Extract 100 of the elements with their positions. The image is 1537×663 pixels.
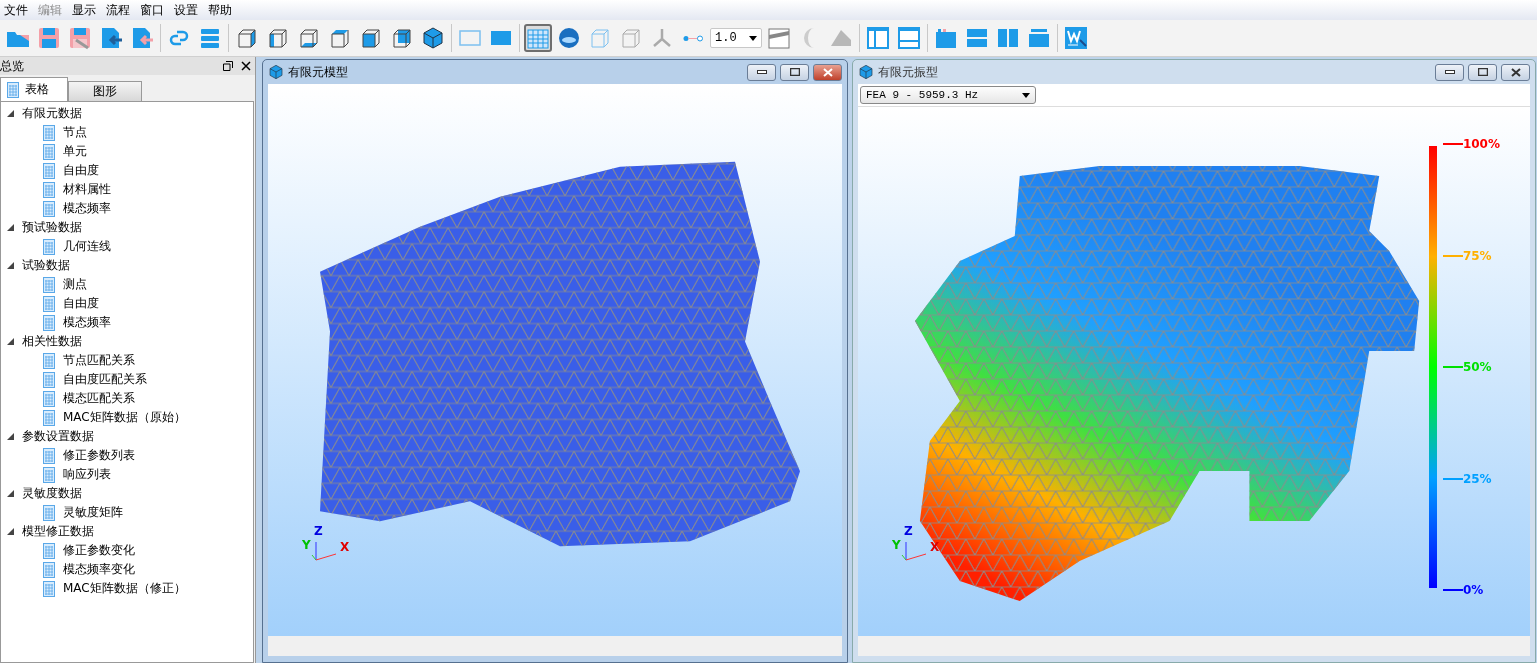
tree-item[interactable]: MAC矩阵数据（修正） — [63, 580, 186, 597]
panel-title: 总览 — [0, 57, 24, 75]
tree-item[interactable]: 相关性数据 — [22, 333, 82, 350]
tree-item[interactable]: 节点匹配关系 — [63, 352, 135, 369]
expanded-icon[interactable] — [7, 110, 14, 117]
table-icon — [43, 561, 55, 578]
close-icon — [822, 67, 833, 77]
scale-label: 50% — [1442, 360, 1500, 374]
tree-item[interactable]: 模态匹配关系 — [63, 390, 135, 407]
table-icon — [43, 181, 55, 198]
close-button[interactable] — [1501, 63, 1530, 81]
cube-view-icon — [297, 26, 321, 50]
panel-tab[interactable]: 表格 — [0, 77, 68, 101]
restore-icon[interactable] — [223, 61, 233, 71]
tree-item[interactable]: 模态频率 — [63, 314, 111, 331]
tree-item[interactable]: 单元 — [63, 143, 87, 160]
cube-view-icon — [359, 26, 383, 50]
table-icon — [7, 81, 19, 98]
tree-item[interactable]: 响应列表 — [63, 466, 111, 483]
menu-item[interactable]: 窗口 — [138, 1, 172, 19]
left-panel-icon — [866, 26, 890, 50]
table-icon — [43, 238, 55, 255]
maximize-button[interactable] — [1468, 63, 1497, 81]
window-title: 有限元模型 — [288, 63, 349, 81]
table-icon — [43, 371, 55, 388]
close-icon[interactable] — [241, 61, 251, 71]
table-icon — [43, 352, 55, 369]
tile-vertical-icon — [996, 26, 1020, 50]
scale-label: 100% — [1442, 137, 1500, 151]
export-icon — [130, 26, 154, 50]
tree-item[interactable]: 模态频率 — [63, 200, 111, 217]
tree-item[interactable]: 自由度 — [63, 295, 99, 312]
axis-label: Y — [302, 538, 311, 552]
cube-icon — [619, 26, 643, 50]
panel-tab[interactable]: 图形 — [68, 81, 142, 101]
tree-item[interactable]: 灵敏度矩阵 — [63, 504, 123, 521]
cascade-icon — [1027, 26, 1051, 50]
list-icon — [198, 26, 222, 50]
minimize-icon — [1444, 70, 1455, 74]
mode-dropdown[interactable]: FEA 9 - 5959.3 Hz — [860, 86, 1036, 104]
table-icon — [43, 314, 55, 331]
menu-item[interactable]: 帮助 — [206, 1, 240, 19]
table-icon — [43, 409, 55, 426]
tree-item[interactable]: 自由度匹配关系 — [63, 371, 147, 388]
report-icon — [1064, 26, 1088, 50]
table-icon — [43, 542, 55, 559]
ruler-icon — [767, 26, 791, 50]
menu-item[interactable]: 显示 — [70, 1, 104, 19]
cube-view-icon — [390, 26, 414, 50]
tree-item[interactable]: MAC矩阵数据（原始） — [63, 409, 186, 426]
maximize-icon — [789, 68, 800, 76]
table-icon — [43, 466, 55, 483]
tree-item[interactable]: 参数设置数据 — [22, 428, 94, 445]
tree-item[interactable]: 测点 — [63, 276, 87, 293]
axis-label: Y — [892, 538, 901, 552]
expanded-icon[interactable] — [7, 224, 14, 231]
cube-view-icon — [266, 26, 290, 50]
tree-item[interactable]: 自由度 — [63, 162, 99, 179]
save-as-icon — [68, 26, 92, 50]
table-icon — [43, 504, 55, 521]
table-icon — [43, 580, 55, 597]
tree-item[interactable]: 修正参数列表 — [63, 447, 135, 464]
import-icon — [99, 26, 123, 50]
menu-item[interactable]: 流程 — [104, 1, 138, 19]
tree-item[interactable]: 材料属性 — [63, 181, 111, 198]
tree-item[interactable]: 有限元数据 — [22, 105, 82, 122]
tree-item[interactable]: 模型修正数据 — [22, 523, 94, 540]
tree-item[interactable]: 灵敏度数据 — [22, 485, 82, 502]
tree-item[interactable]: 节点 — [63, 124, 87, 141]
point-line-icon — [683, 34, 703, 42]
expanded-icon[interactable] — [7, 433, 14, 440]
wireframe-cube-icon — [588, 26, 612, 50]
expanded-icon[interactable] — [7, 528, 14, 535]
menu-item[interactable]: 设置 — [172, 1, 206, 19]
toolbar-button[interactable] — [524, 24, 552, 52]
toolbar-button[interactable] — [1062, 24, 1090, 52]
table-icon — [43, 143, 55, 160]
tree-item[interactable]: 模态频率变化 — [63, 561, 135, 578]
maximize-icon — [1477, 68, 1488, 76]
tree-item[interactable]: 修正参数变化 — [63, 542, 135, 559]
menu-item[interactable]: 文件 — [2, 1, 36, 19]
minimize-button[interactable] — [747, 63, 776, 81]
expanded-icon[interactable] — [7, 490, 14, 497]
table-icon — [43, 200, 55, 217]
tree-item[interactable]: 预试验数据 — [22, 219, 82, 236]
expanded-icon[interactable] — [7, 262, 14, 269]
expanded-icon[interactable] — [7, 338, 14, 345]
table-icon — [43, 276, 55, 293]
minimize-button[interactable] — [1435, 63, 1464, 81]
tree-item[interactable]: 几何连线 — [63, 238, 111, 255]
maximize-button[interactable] — [780, 63, 809, 81]
axis-label: Z — [314, 524, 323, 538]
scale-label: 75% — [1442, 248, 1500, 263]
tree-item[interactable]: 试验数据 — [22, 257, 70, 274]
cube-icon — [858, 64, 874, 80]
close-button[interactable] — [813, 63, 842, 81]
table-icon — [43, 162, 55, 179]
cube-icon — [421, 26, 445, 50]
save-icon — [37, 26, 61, 50]
line-width-dropdown[interactable]: 1.0 — [710, 28, 762, 48]
